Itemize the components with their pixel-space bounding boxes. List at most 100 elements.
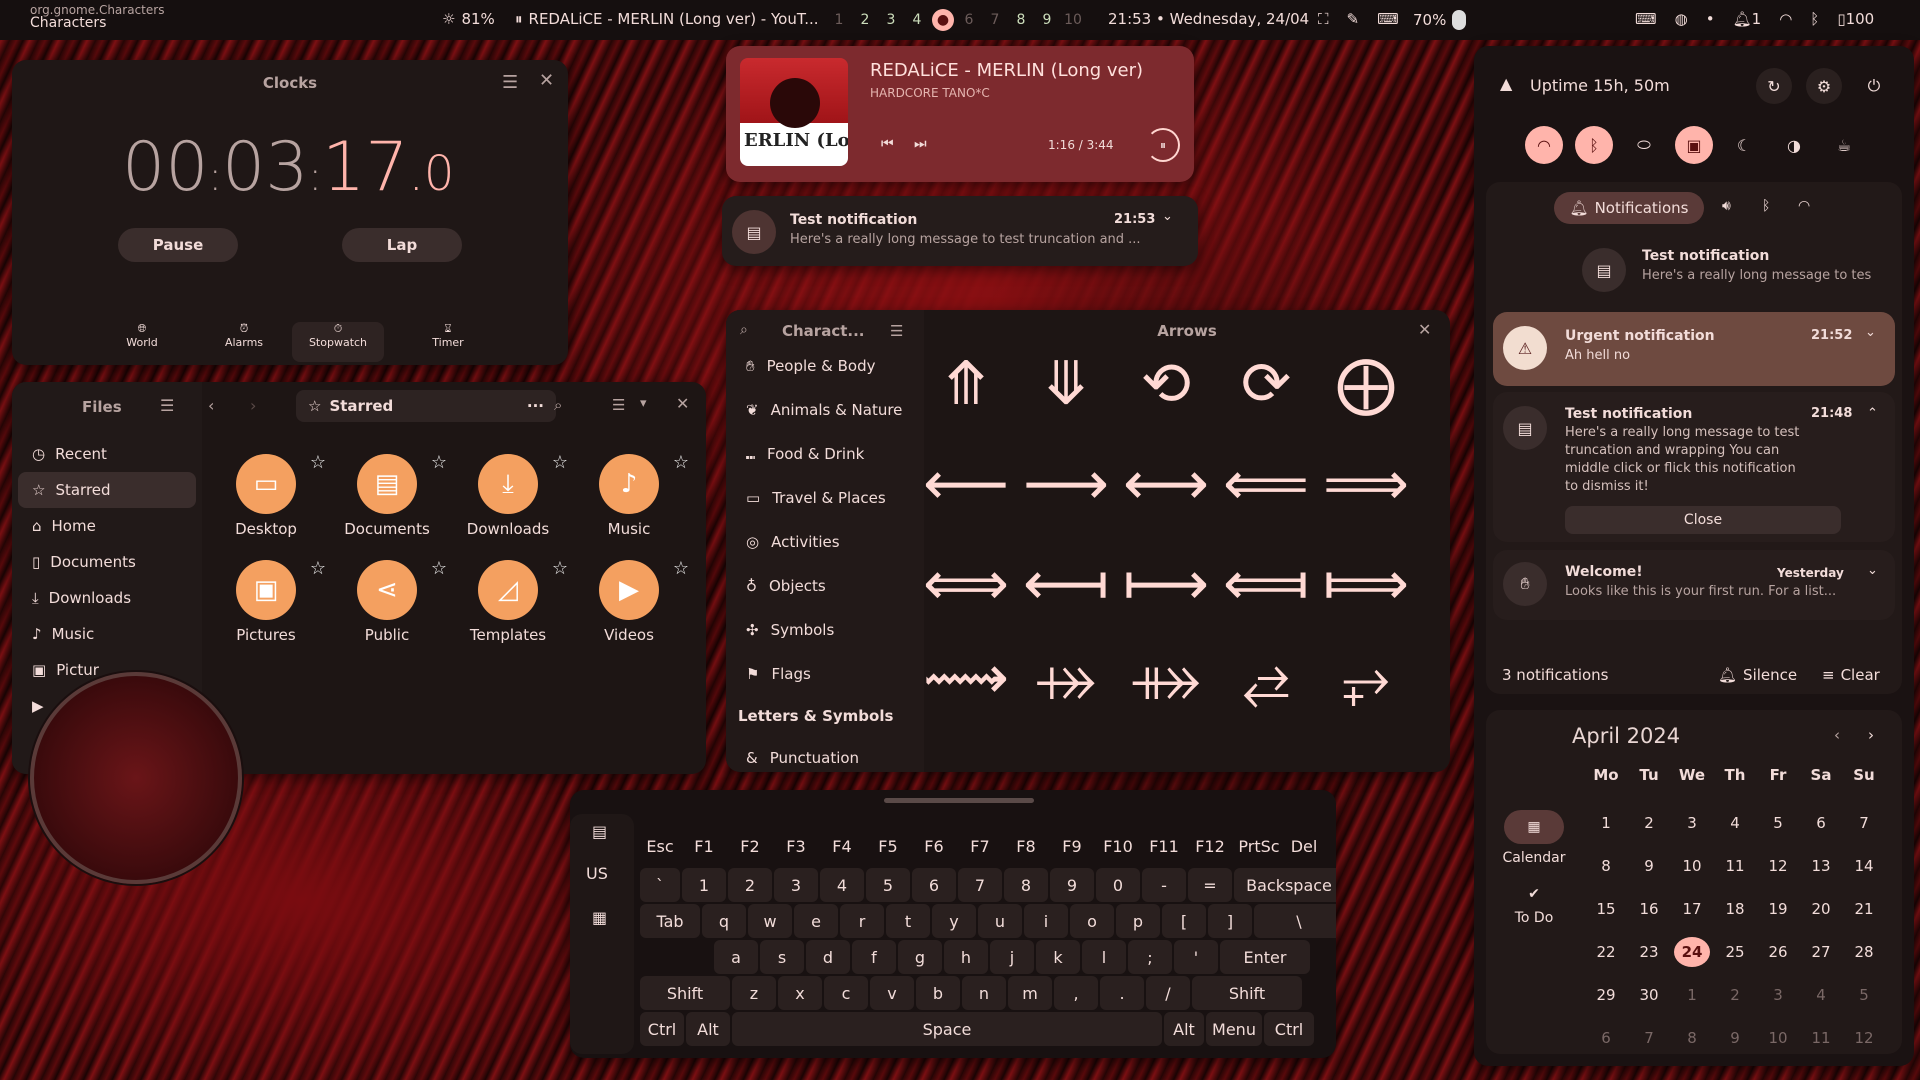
search-icon[interactable]: ⌕ — [740, 322, 748, 338]
calendar-day[interactable]: 19 — [1758, 894, 1798, 924]
more-icon[interactable]: ··· — [527, 397, 544, 415]
view-list-icon[interactable]: ☰ — [612, 396, 625, 414]
character-glyph[interactable]: ⤁ — [1116, 648, 1216, 708]
key-shift[interactable]: Shift — [1192, 976, 1302, 1010]
calendar-day[interactable]: 28 — [1844, 937, 1884, 967]
notification-test-2[interactable]: ▤ Test notification Here's a really long… — [1493, 392, 1895, 542]
key-shift[interactable]: Shift — [640, 976, 730, 1010]
character-glyph[interactable]: ⤋ — [1016, 354, 1116, 414]
back-icon[interactable]: ‹ — [208, 396, 214, 415]
character-glyph[interactable]: ⟶ — [1016, 454, 1116, 514]
character-glyph[interactable]: ⟾ — [1316, 554, 1416, 614]
tab-volume[interactable]: 🔊︎ — [1722, 198, 1731, 214]
key-m[interactable]: m — [1008, 976, 1052, 1010]
category-symbols[interactable]: ✣ Symbols — [726, 608, 924, 652]
collapse-icon[interactable]: ⌃ — [1867, 406, 1878, 421]
calendar-day[interactable]: 2 — [1715, 980, 1755, 1010]
calendar-day[interactable]: 4 — [1801, 980, 1841, 1010]
battery-indicator[interactable]: 70% — [1413, 10, 1467, 30]
key-u[interactable]: u — [978, 904, 1022, 938]
calendar-day[interactable]: 7 — [1629, 1023, 1669, 1053]
emoji-panel-icon[interactable]: ▤ — [592, 822, 607, 841]
next-icon[interactable]: ⏭ — [914, 136, 927, 152]
key-0[interactable]: 0 — [1096, 868, 1140, 902]
calendar-day[interactable]: 27 — [1801, 937, 1841, 967]
search-field[interactable]: Charact... — [782, 322, 865, 340]
character-glyph[interactable]: ⟺ — [916, 554, 1016, 614]
popup-notification[interactable]: ▤ Test notification Here's a really long… — [722, 196, 1198, 266]
calendar-day[interactable]: 9 — [1715, 1023, 1755, 1053]
key-c[interactable]: c — [824, 976, 868, 1010]
media-indicator[interactable]: ⏸ REDALiCE - MERLIN (Long ver) - YouT... — [515, 10, 819, 28]
expand-icon[interactable]: ⌄ — [1162, 209, 1173, 224]
star-icon[interactable]: ☆ — [673, 452, 689, 473]
key-symbol[interactable]: . — [1100, 976, 1144, 1010]
calendar-day[interactable]: 17 — [1672, 894, 1712, 924]
key-f7[interactable]: F7 — [958, 832, 1002, 860]
workspace-6[interactable]: 6 — [956, 12, 982, 28]
key-f10[interactable]: F10 — [1096, 832, 1140, 860]
calendar-day[interactable]: 4 — [1715, 808, 1755, 838]
close-icon[interactable]: ✕ — [676, 394, 689, 413]
key-h[interactable]: h — [944, 940, 988, 974]
key-7[interactable]: 7 — [958, 868, 1002, 902]
key-f6[interactable]: F6 — [912, 832, 956, 860]
star-icon[interactable]: ☆ — [552, 452, 568, 473]
key-f4[interactable]: F4 — [820, 832, 864, 860]
pause-button[interactable]: Pause — [118, 228, 238, 262]
folder-templates[interactable]: ◿ ☆ Templates — [448, 558, 568, 644]
category-punctuation[interactable]: & Punctuation — [726, 736, 924, 772]
character-glyph[interactable]: ⥅ — [1316, 648, 1416, 708]
sidebar-item-starred[interactable]: ☆ Starred — [18, 472, 196, 508]
sidebar-item-downloads[interactable]: ⤓ Downloads — [18, 580, 196, 616]
calendar-day[interactable]: 1 — [1672, 980, 1712, 1010]
calendar-day[interactable]: 2 — [1629, 808, 1669, 838]
calendar-day[interactable]: 7 — [1844, 808, 1884, 838]
calendar-day[interactable]: 22 — [1586, 937, 1626, 967]
key-symbol[interactable]: ` — [640, 868, 680, 902]
character-glyph[interactable]: ⟳ — [1216, 354, 1316, 414]
tab-notifications[interactable]: 🔔︎ Notifications — [1554, 192, 1704, 224]
key-6[interactable]: 6 — [912, 868, 956, 902]
workspace-10[interactable]: 10 — [1060, 12, 1086, 28]
folder-downloads[interactable]: ⤓ ☆ Downloads — [448, 452, 568, 538]
silence-button[interactable]: 🔔︎ Silence — [1718, 666, 1797, 684]
character-glyph[interactable]: ⥄ — [1216, 648, 1316, 708]
calendar-tab[interactable]: ▦ Calendar — [1492, 810, 1576, 866]
expand-icon[interactable]: ⌄ — [1865, 325, 1876, 340]
key-symbol[interactable]: [ — [1162, 904, 1206, 938]
calendar-day[interactable]: 10 — [1672, 851, 1712, 881]
calendar-day[interactable]: 9 — [1629, 851, 1669, 881]
key-f8[interactable]: F8 — [1004, 832, 1048, 860]
workspace-3[interactable]: 3 — [878, 12, 904, 28]
workspace-9[interactable]: 9 — [1034, 12, 1060, 28]
key-alt[interactable]: Alt — [1164, 1012, 1204, 1046]
clear-button[interactable]: ≡ Clear — [1822, 666, 1880, 684]
expand-icon[interactable]: ⌄ — [1867, 563, 1878, 578]
category-food-drink[interactable]: ⑉ Food & Drink — [726, 432, 924, 476]
category-travel-places[interactable]: ▭ Travel & Places — [726, 476, 924, 520]
key-5[interactable]: 5 — [866, 868, 910, 902]
key-n[interactable]: n — [962, 976, 1006, 1010]
calendar-day[interactable]: 13 — [1801, 851, 1841, 881]
key-d[interactable]: d — [806, 940, 850, 974]
calendar-day[interactable]: 5 — [1758, 808, 1798, 838]
star-icon[interactable]: ☆ — [310, 452, 326, 473]
key-symbol[interactable]: / — [1146, 976, 1190, 1010]
key-r[interactable]: r — [840, 904, 884, 938]
notification-welcome[interactable]: ✋︎ Welcome! Looks like this is your firs… — [1493, 550, 1895, 620]
key-g[interactable]: g — [898, 940, 942, 974]
keyboard-layout-icon[interactable]: ⌨ — [1635, 10, 1657, 28]
character-glyph[interactable]: ⤀ — [1016, 648, 1116, 708]
key-l[interactable]: l — [1082, 940, 1126, 974]
key-tab[interactable]: Tab — [640, 904, 700, 938]
key-symbol[interactable]: ; — [1128, 940, 1172, 974]
wifi-icon[interactable]: ◠ — [1779, 10, 1792, 28]
key-y[interactable]: y — [932, 904, 976, 938]
key-x[interactable]: x — [778, 976, 822, 1010]
key-4[interactable]: 4 — [820, 868, 864, 902]
key-b[interactable]: b — [916, 976, 960, 1010]
calendar-day[interactable]: 14 — [1844, 851, 1884, 881]
folder-pictures[interactable]: ▣ ☆ Pictures — [206, 558, 326, 644]
calendar-day[interactable]: 21 — [1844, 894, 1884, 924]
